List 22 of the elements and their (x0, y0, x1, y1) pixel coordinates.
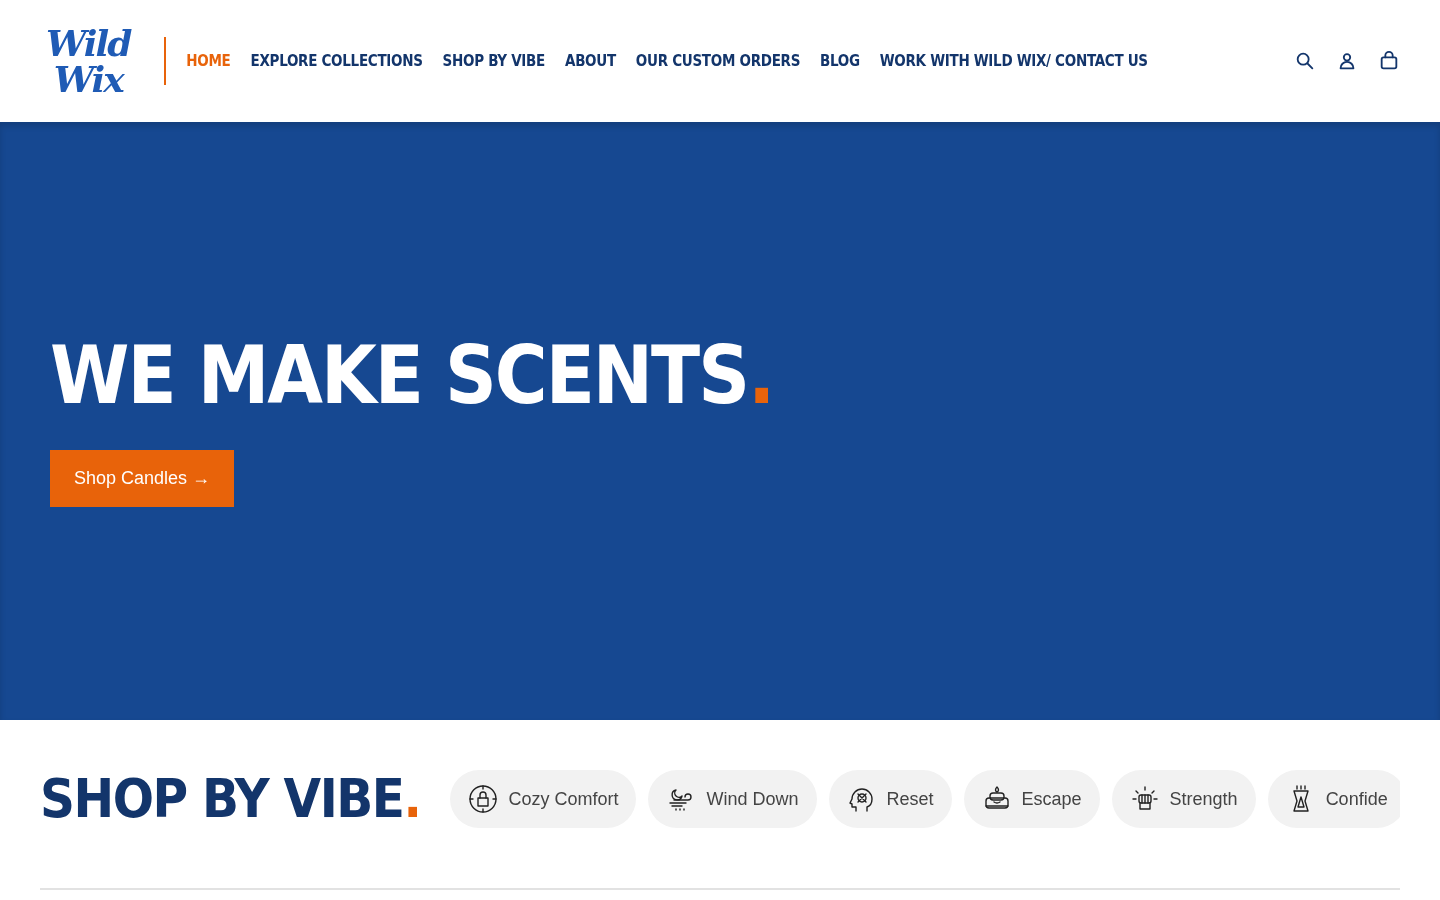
bag-icon (1378, 50, 1400, 72)
nav-link[interactable]: OUR CUSTOM ORDERS (635, 52, 801, 70)
logo-text: Wix (53, 61, 123, 97)
nav-link[interactable]: SHOP BY VIBE (442, 52, 545, 70)
logo[interactable]: Wild Wix (40, 21, 137, 101)
search-button[interactable] (1294, 50, 1316, 72)
vibe-chip[interactable]: Cozy Comfort (450, 770, 637, 828)
vibe-chip[interactable]: Strength (1111, 770, 1256, 828)
vibe-chip[interactable]: Wind Down (648, 770, 817, 828)
nav-link[interactable]: EXPLORE COLLECTIONS (250, 52, 423, 70)
logo-text: Wild (46, 25, 131, 61)
hero-heading: WE MAKE SCENTS. (50, 335, 775, 416)
nav-link[interactable]: BLOG (820, 52, 860, 70)
vibe-chip[interactable]: Confide (1267, 770, 1400, 828)
vibe-chip[interactable]: Reset (828, 770, 952, 828)
section-heading: SHOP BY VIBE. (40, 772, 421, 826)
search-icon (1294, 50, 1316, 72)
cart-button[interactable] (1378, 50, 1400, 72)
vibe-chip[interactable]: Escape (963, 770, 1100, 828)
lock-icon (468, 784, 499, 814)
nav-link[interactable]: WORK WITH WILD WIX/ CONTACT US (879, 52, 1148, 70)
nav-link[interactable]: ABOUT (565, 52, 616, 70)
